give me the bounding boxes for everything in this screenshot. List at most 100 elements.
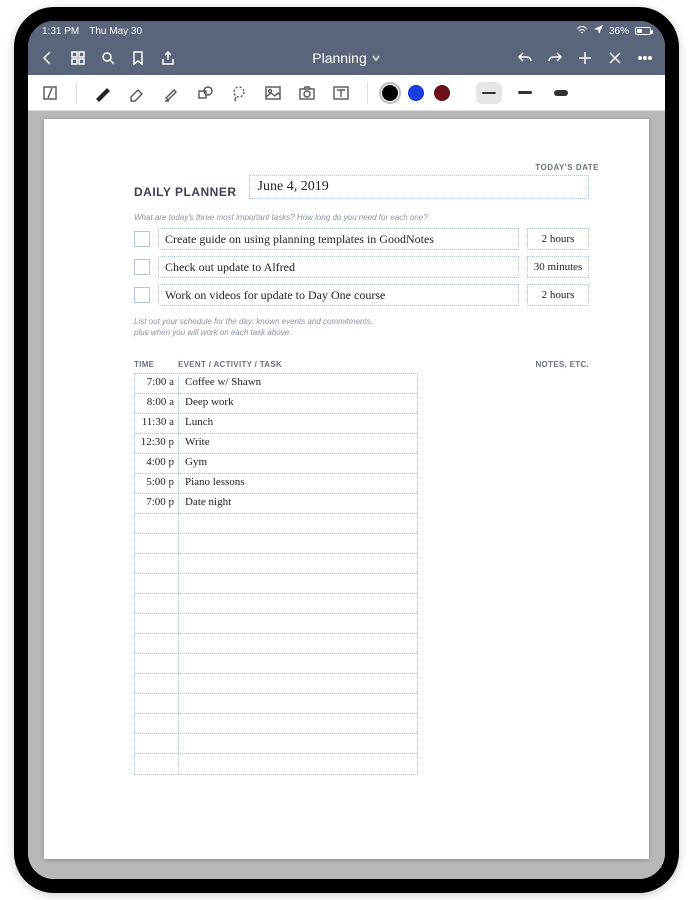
canvas-area[interactable]: TODAY'S DATE DAILY PLANNER June 4, 2019 … (28, 111, 665, 879)
schedule-row[interactable]: 12:30 pWrite (135, 434, 417, 454)
location-icon (594, 25, 603, 37)
schedule-event-cell: Date night (179, 494, 417, 513)
more-icon[interactable] (637, 50, 653, 66)
col-header-time: TIME (134, 360, 178, 369)
color-swatch-black[interactable] (382, 85, 398, 101)
schedule-event-cell (179, 634, 417, 653)
schedule-prompt: List out your schedule for the day: know… (134, 316, 589, 338)
schedule-row[interactable]: 8:00 aDeep work (135, 394, 417, 414)
pen-tool-icon[interactable] (91, 81, 115, 105)
col-header-event: EVENT / ACTIVITY / TASK (178, 360, 418, 369)
zoom-tool-icon[interactable] (38, 81, 62, 105)
schedule-time-cell (135, 534, 179, 553)
schedule-row[interactable] (135, 674, 417, 694)
schedule-row[interactable]: 5:00 pPiano lessons (135, 474, 417, 494)
schedule-time-cell (135, 654, 179, 673)
status-time: 1:31 PM (42, 26, 79, 37)
search-icon[interactable] (100, 50, 116, 66)
task-duration-field[interactable]: 2 hours (527, 228, 589, 250)
schedule-row[interactable] (135, 734, 417, 754)
task-row: Check out update to Alfred 30 minutes (134, 256, 589, 278)
schedule-time-cell: 7:00 a (135, 374, 179, 393)
shape-tool-icon[interactable] (193, 81, 217, 105)
schedule-time-cell (135, 634, 179, 653)
grid-icon[interactable] (70, 50, 86, 66)
schedule-row[interactable]: 4:00 pGym (135, 454, 417, 474)
schedule-event-cell: Coffee w/ Shawn (179, 374, 417, 393)
schedule-time-cell: 5:00 p (135, 474, 179, 493)
schedule-event-cell (179, 534, 417, 553)
schedule-row[interactable] (135, 554, 417, 574)
ipad-screen: 1:31 PM Thu May 30 36% (28, 21, 665, 879)
document-title-dropdown[interactable]: Planning (312, 50, 381, 66)
schedule-time-cell: 7:00 p (135, 494, 179, 513)
lasso-tool-icon[interactable] (227, 81, 251, 105)
schedule-time-cell (135, 674, 179, 693)
highlighter-tool-icon[interactable] (159, 81, 183, 105)
color-swatch-darkred[interactable] (434, 85, 450, 101)
task-checkbox[interactable] (134, 231, 150, 247)
schedule-event-cell: Write (179, 434, 417, 453)
eraser-tool-icon[interactable] (125, 81, 149, 105)
task-checkbox[interactable] (134, 259, 150, 275)
bookmark-icon[interactable] (130, 50, 146, 66)
schedule-time-cell (135, 614, 179, 633)
planner-heading: DAILY PLANNER (134, 185, 237, 199)
stroke-medium[interactable] (512, 82, 538, 104)
task-text-field[interactable]: Check out update to Alfred (158, 256, 519, 278)
stroke-thick[interactable] (548, 82, 574, 104)
back-icon[interactable] (40, 50, 56, 66)
todays-date-label: TODAY'S DATE (535, 163, 599, 172)
schedule-event-cell (179, 734, 417, 753)
schedule-row[interactable] (135, 514, 417, 534)
schedule-event-cell (179, 694, 417, 713)
stroke-thin[interactable] (476, 82, 502, 104)
close-draw-icon[interactable] (607, 50, 623, 66)
schedule-row[interactable] (135, 534, 417, 554)
schedule-row[interactable]: 11:30 aLunch (135, 414, 417, 434)
image-tool-icon[interactable] (261, 81, 285, 105)
undo-icon[interactable] (517, 50, 533, 66)
color-swatch-blue[interactable] (408, 85, 424, 101)
share-icon[interactable] (160, 50, 176, 66)
schedule-row[interactable]: 7:00 pDate night (135, 494, 417, 514)
task-text-field[interactable]: Work on videos for update to Day One cou… (158, 284, 519, 306)
schedule-row[interactable]: 7:00 aCoffee w/ Shawn (135, 374, 417, 394)
task-row: Create guide on using planning templates… (134, 228, 589, 250)
planner-page: TODAY'S DATE DAILY PLANNER June 4, 2019 … (44, 119, 649, 859)
text-tool-icon[interactable] (329, 81, 353, 105)
schedule-row[interactable] (135, 594, 417, 614)
schedule-row[interactable] (135, 614, 417, 634)
task-checkbox[interactable] (134, 287, 150, 303)
toolbar (28, 75, 665, 111)
camera-tool-icon[interactable] (295, 81, 319, 105)
schedule-row[interactable] (135, 694, 417, 714)
schedule-event-cell (179, 514, 417, 533)
task-duration-field[interactable]: 30 minutes (527, 256, 589, 278)
schedule-time-cell: 12:30 p (135, 434, 179, 453)
schedule-row[interactable] (135, 574, 417, 594)
task-text-field[interactable]: Create guide on using planning templates… (158, 228, 519, 250)
schedule-row[interactable] (135, 714, 417, 734)
schedule-row[interactable] (135, 754, 417, 774)
tasks-prompt: What are today's three most important ta… (134, 213, 589, 222)
schedule-event-cell: Gym (179, 454, 417, 473)
ipad-frame: 1:31 PM Thu May 30 36% (14, 7, 679, 893)
date-field[interactable]: June 4, 2019 (249, 175, 589, 199)
redo-icon[interactable] (547, 50, 563, 66)
schedule-time-cell: 11:30 a (135, 414, 179, 433)
schedule-row[interactable] (135, 634, 417, 654)
schedule-time-cell (135, 714, 179, 733)
schedule-event-cell (179, 754, 417, 774)
schedule-row[interactable] (135, 654, 417, 674)
schedule-event-cell (179, 714, 417, 733)
schedule-time-cell (135, 514, 179, 533)
add-icon[interactable] (577, 50, 593, 66)
task-duration-field[interactable]: 2 hours (527, 284, 589, 306)
schedule-grid[interactable]: 7:00 aCoffee w/ Shawn8:00 aDeep work11:3… (134, 373, 418, 775)
status-bar: 1:31 PM Thu May 30 36% (28, 21, 665, 41)
schedule-event-cell: Piano lessons (179, 474, 417, 493)
task-row: Work on videos for update to Day One cou… (134, 284, 589, 306)
schedule-event-cell (179, 654, 417, 673)
schedule-event-cell (179, 554, 417, 573)
